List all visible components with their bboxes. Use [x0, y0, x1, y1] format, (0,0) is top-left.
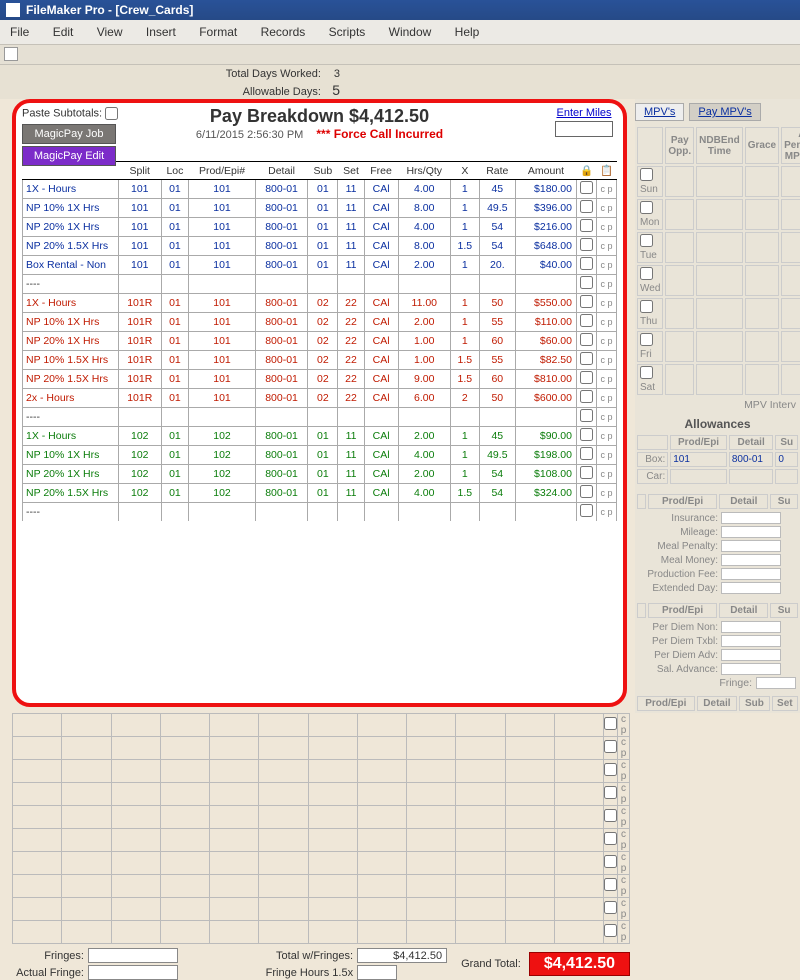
app-icon [6, 3, 20, 17]
table-row[interactable]: ----c p [23, 275, 617, 294]
tab-mpvs[interactable]: MPV's [635, 103, 684, 121]
table-row[interactable]: NP 10% 1X Hrs101R01101800-010222CAl2.001… [23, 313, 617, 332]
row-checkbox[interactable] [580, 428, 593, 441]
row-checkbox[interactable] [580, 352, 593, 365]
fringe-hours-input[interactable] [357, 965, 397, 980]
allowances-title: Allowances [635, 417, 800, 431]
pay-breakdown-title: Pay Breakdown [210, 106, 344, 126]
table-row[interactable]: NP 10% 1X Hrs10101101800-010111CAl8.0014… [23, 199, 617, 218]
mpv-interval-label: MPV Interv [635, 397, 800, 413]
menu-window[interactable]: Window [379, 23, 442, 41]
menu-scripts[interactable]: Scripts [319, 23, 376, 41]
row-checkbox[interactable] [580, 295, 593, 308]
footer: Fringes: Actual Fringe: Total w/Fringes:… [12, 948, 630, 980]
day-grid: Pay Opp.NDBEnd TimeGraceAM Penalties MP … [635, 125, 800, 397]
tab-pay-mpvs[interactable]: Pay MPV's [689, 103, 760, 121]
timestamp: 6/11/2015 2:56:30 PM [196, 129, 303, 141]
menubar: File Edit View Insert Format Records Scr… [0, 20, 800, 45]
actual-fringe-input[interactable] [88, 965, 178, 980]
table-row[interactable]: NP 20% 1.5X Hrs101R01101800-010222CAl9.0… [23, 370, 617, 389]
total-with-fringes-label: Total w/Fringes: [257, 950, 357, 962]
allowances-table: Prod/EpiDetailSu Box:101800-010 Car: [635, 433, 800, 486]
menu-edit[interactable]: Edit [43, 23, 84, 41]
menu-insert[interactable]: Insert [136, 23, 186, 41]
pay-breakdown-amount: $4,412.50 [349, 106, 429, 126]
toolbar-btn[interactable] [4, 47, 18, 61]
toolbar [0, 45, 800, 65]
table-row[interactable]: ----c p [23, 503, 617, 522]
table-row[interactable]: NP 20% 1.5X Hrs10201102800-010111CAl4.00… [23, 484, 617, 503]
enter-miles-input[interactable] [555, 121, 613, 137]
fringes-input[interactable] [88, 948, 178, 963]
sal-advance-input[interactable] [721, 663, 781, 675]
row-checkbox[interactable] [580, 447, 593, 460]
titlebar: FileMaker Pro - [Crew_Cards] [0, 0, 800, 20]
actual-fringe-label: Actual Fringe: [12, 967, 88, 979]
menu-format[interactable]: Format [189, 23, 247, 41]
fringes-label: Fringes: [12, 950, 88, 962]
fringe-input[interactable] [756, 677, 796, 689]
magicpay-job-button[interactable]: MagicPay Job [22, 124, 116, 144]
row-checkbox[interactable] [580, 504, 593, 517]
fringe-hours-label: Fringe Hours 1.5x [257, 967, 357, 979]
row-checkbox[interactable] [580, 181, 593, 194]
paste-subtotals-checkbox[interactable] [105, 107, 118, 120]
menu-help[interactable]: Help [445, 23, 490, 41]
row-checkbox[interactable] [580, 466, 593, 479]
grand-total-label: Grand Total: [461, 958, 521, 970]
menu-records[interactable]: Records [251, 23, 316, 41]
pay-breakdown-table: SplitLocProd/Epi#DetailSubSetFreeHrs/Qty… [22, 161, 617, 521]
row-checkbox[interactable] [580, 314, 593, 327]
table-row[interactable]: NP 10% 1.5X Hrs101R01101800-010222CAl1.0… [23, 351, 617, 370]
row-checkbox[interactable] [580, 390, 593, 403]
menu-view[interactable]: View [87, 23, 133, 41]
empty-rows: c pc pc pc pc pc pc pc pc pc p [12, 713, 630, 944]
grand-total-value: $4,412.50 [529, 952, 630, 976]
force-call-warning: *** Force Call Incurred [316, 127, 443, 141]
table-row[interactable]: ----c p [23, 408, 617, 427]
table-row[interactable]: NP 20% 1.5X Hrs10101101800-010111CAl8.00… [23, 237, 617, 256]
right-panels: MPV's Pay MPV's Pay Opp.NDBEnd TimeGrace… [635, 99, 800, 713]
table-row[interactable]: Box Rental - Non10101101800-010111CAl2.0… [23, 256, 617, 275]
table-row[interactable]: NP 20% 1X Hrs10101101800-010111CAl4.0015… [23, 218, 617, 237]
enter-miles-link[interactable]: Enter Miles [556, 107, 611, 119]
row-checkbox[interactable] [580, 371, 593, 384]
row-checkbox[interactable] [580, 409, 593, 422]
pay-breakdown-panel: Paste Subtotals: MagicPay Job MagicPay E… [12, 99, 627, 707]
row-checkbox[interactable] [580, 257, 593, 270]
table-row[interactable]: NP 20% 1X Hrs101R01101800-010222CAl1.001… [23, 332, 617, 351]
summary-strip: Total Days Worked: 3 Allowable Days: 5 [0, 65, 800, 99]
table-row[interactable]: NP 20% 1X Hrs10201102800-010111CAl2.0015… [23, 465, 617, 484]
row-checkbox[interactable] [580, 238, 593, 251]
table-row[interactable]: NP 10% 1X Hrs10201102800-010111CAl4.0014… [23, 446, 617, 465]
table-row[interactable]: 2x - Hours101R01101800-010222CAl6.00250$… [23, 389, 617, 408]
menu-file[interactable]: File [0, 23, 39, 41]
row-checkbox[interactable] [580, 485, 593, 498]
row-checkbox[interactable] [580, 219, 593, 232]
table-row[interactable]: 1X - Hours10201102800-010111CAl2.00145$9… [23, 427, 617, 446]
total-with-fringes-value: $4,412.50 [357, 948, 447, 963]
row-checkbox[interactable] [580, 333, 593, 346]
row-checkbox[interactable] [580, 276, 593, 289]
row-checkbox[interactable] [580, 200, 593, 213]
window-title: FileMaker Pro - [Crew_Cards] [26, 3, 193, 17]
table-row[interactable]: 1X - Hours101R01101800-010222CAl11.00150… [23, 294, 617, 313]
table-row[interactable]: 1X - Hours10101101800-010111CAl4.00145$1… [23, 180, 617, 199]
magicpay-edit-button[interactable]: MagicPay Edit [22, 146, 116, 166]
